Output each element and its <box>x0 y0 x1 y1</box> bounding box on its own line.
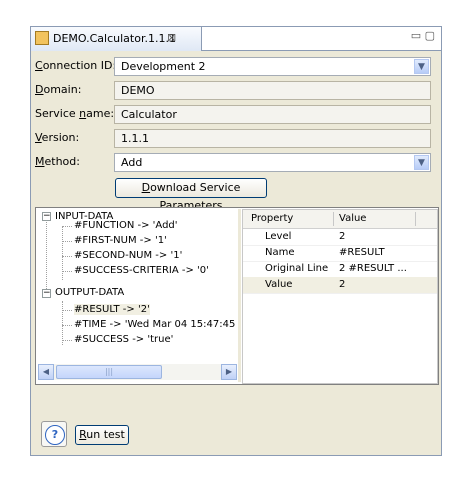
tab-title: DEMO.Calculator.1.1.1 <box>53 32 176 45</box>
property-key: Value <box>265 279 293 290</box>
chevron-down-icon[interactable]: ▼ <box>414 59 429 74</box>
data-tree[interactable]: − INPUT-DATA #FUNCTION -> 'Add' #FIRST-N… <box>38 210 237 360</box>
column-property[interactable]: Property <box>251 213 293 224</box>
tree-node-output-data[interactable]: OUTPUT-DATA <box>55 287 124 298</box>
tree-connector <box>62 241 72 242</box>
column-separator <box>333 212 334 226</box>
download-service-parameters-button[interactable]: Download Service Parameters <box>115 178 267 212</box>
property-value: 2 <box>339 231 346 242</box>
split-divider[interactable] <box>238 209 241 382</box>
tree-connector <box>62 301 63 345</box>
service-name-label: Service name: <box>35 107 115 120</box>
tree-connector <box>62 256 72 257</box>
method-value: Add <box>121 156 143 169</box>
method-select[interactable]: Add ▼ <box>114 153 431 172</box>
version-field[interactable]: 1.1.1 <box>114 129 431 148</box>
domain-field[interactable]: DEMO <box>114 81 431 100</box>
properties-header: Property Value <box>243 210 437 229</box>
editor-content: Connection ID: Development 2 ▼ Domain: D… <box>31 51 441 455</box>
tree-leaf[interactable]: #SUCCESS-CRITERIA -> '0' <box>74 265 209 276</box>
tree-leaf[interactable]: #FIRST-NUM -> '1' <box>74 235 167 246</box>
tree-leaf[interactable]: #SUCCESS -> 'true' <box>74 334 173 345</box>
property-key: Name <box>265 247 295 258</box>
tree-connector <box>62 340 72 341</box>
connection-select[interactable]: Development 2 ▼ <box>114 57 431 76</box>
tab-bar: DEMO.Calculator.1.1.1 ⊠ ▭ ▢ <box>31 27 441 52</box>
scrollbar-thumb[interactable]: ||| <box>56 365 162 379</box>
tree-connector <box>46 219 47 297</box>
tree-horizontal-scrollbar[interactable]: ◀ ||| ▶ <box>38 364 237 380</box>
column-separator <box>415 212 416 226</box>
tree-connector <box>62 325 72 326</box>
help-icon[interactable]: ? <box>45 425 65 445</box>
collapse-icon[interactable]: − <box>42 212 51 221</box>
scroll-right-icon[interactable]: ▶ <box>221 364 237 380</box>
run-test-button[interactable]: Run test <box>75 425 129 445</box>
service-icon <box>35 31 49 45</box>
tree-leaf[interactable]: #TIME -> 'Wed Mar 04 15:47:45 <box>74 319 235 330</box>
tree-leaf-selected[interactable]: #RESULT -> '2' <box>74 304 150 315</box>
property-value: 2 #RESULT ... <box>339 263 407 274</box>
result-panel: − INPUT-DATA #FUNCTION -> 'Add' #FIRST-N… <box>35 207 439 385</box>
property-value: #RESULT <box>339 247 385 258</box>
connection-value: Development 2 <box>121 60 206 73</box>
tree-connector <box>62 310 72 311</box>
collapse-icon[interactable]: − <box>42 289 51 298</box>
properties-table: Property Value Level 2 Name #RESULT Orig… <box>242 209 438 384</box>
property-key: Original Line <box>265 263 329 274</box>
scroll-left-icon[interactable]: ◀ <box>38 364 54 380</box>
table-row[interactable]: Value 2 <box>243 277 437 294</box>
property-value: 2 <box>339 279 346 290</box>
table-row[interactable]: Level 2 <box>243 229 437 246</box>
version-label: Version: <box>35 131 80 144</box>
tree-connector <box>62 226 72 227</box>
method-label: Method: <box>35 155 80 168</box>
tree-leaf[interactable]: #FUNCTION -> 'Add' <box>74 220 178 231</box>
table-row[interactable]: Name #RESULT <box>243 245 437 262</box>
editor-window: DEMO.Calculator.1.1.1 ⊠ ▭ ▢ Connection I… <box>30 26 442 456</box>
close-icon[interactable]: ⊠ <box>167 31 176 44</box>
property-key: Level <box>265 231 292 242</box>
tab-demo-calculator[interactable]: DEMO.Calculator.1.1.1 ⊠ <box>31 27 202 52</box>
service-name-field[interactable]: Calculator <box>114 105 431 124</box>
column-value[interactable]: Value <box>339 213 366 224</box>
connection-label: Connection ID: <box>35 59 117 72</box>
tree-connector <box>62 271 72 272</box>
domain-label: Domain: <box>35 83 82 96</box>
chevron-down-icon[interactable]: ▼ <box>414 155 429 170</box>
minimize-maximize-icon[interactable]: ▭ ▢ <box>411 29 435 42</box>
table-row[interactable]: Original Line 2 #RESULT ... <box>243 261 437 278</box>
tree-leaf[interactable]: #SECOND-NUM -> '1' <box>74 250 182 261</box>
